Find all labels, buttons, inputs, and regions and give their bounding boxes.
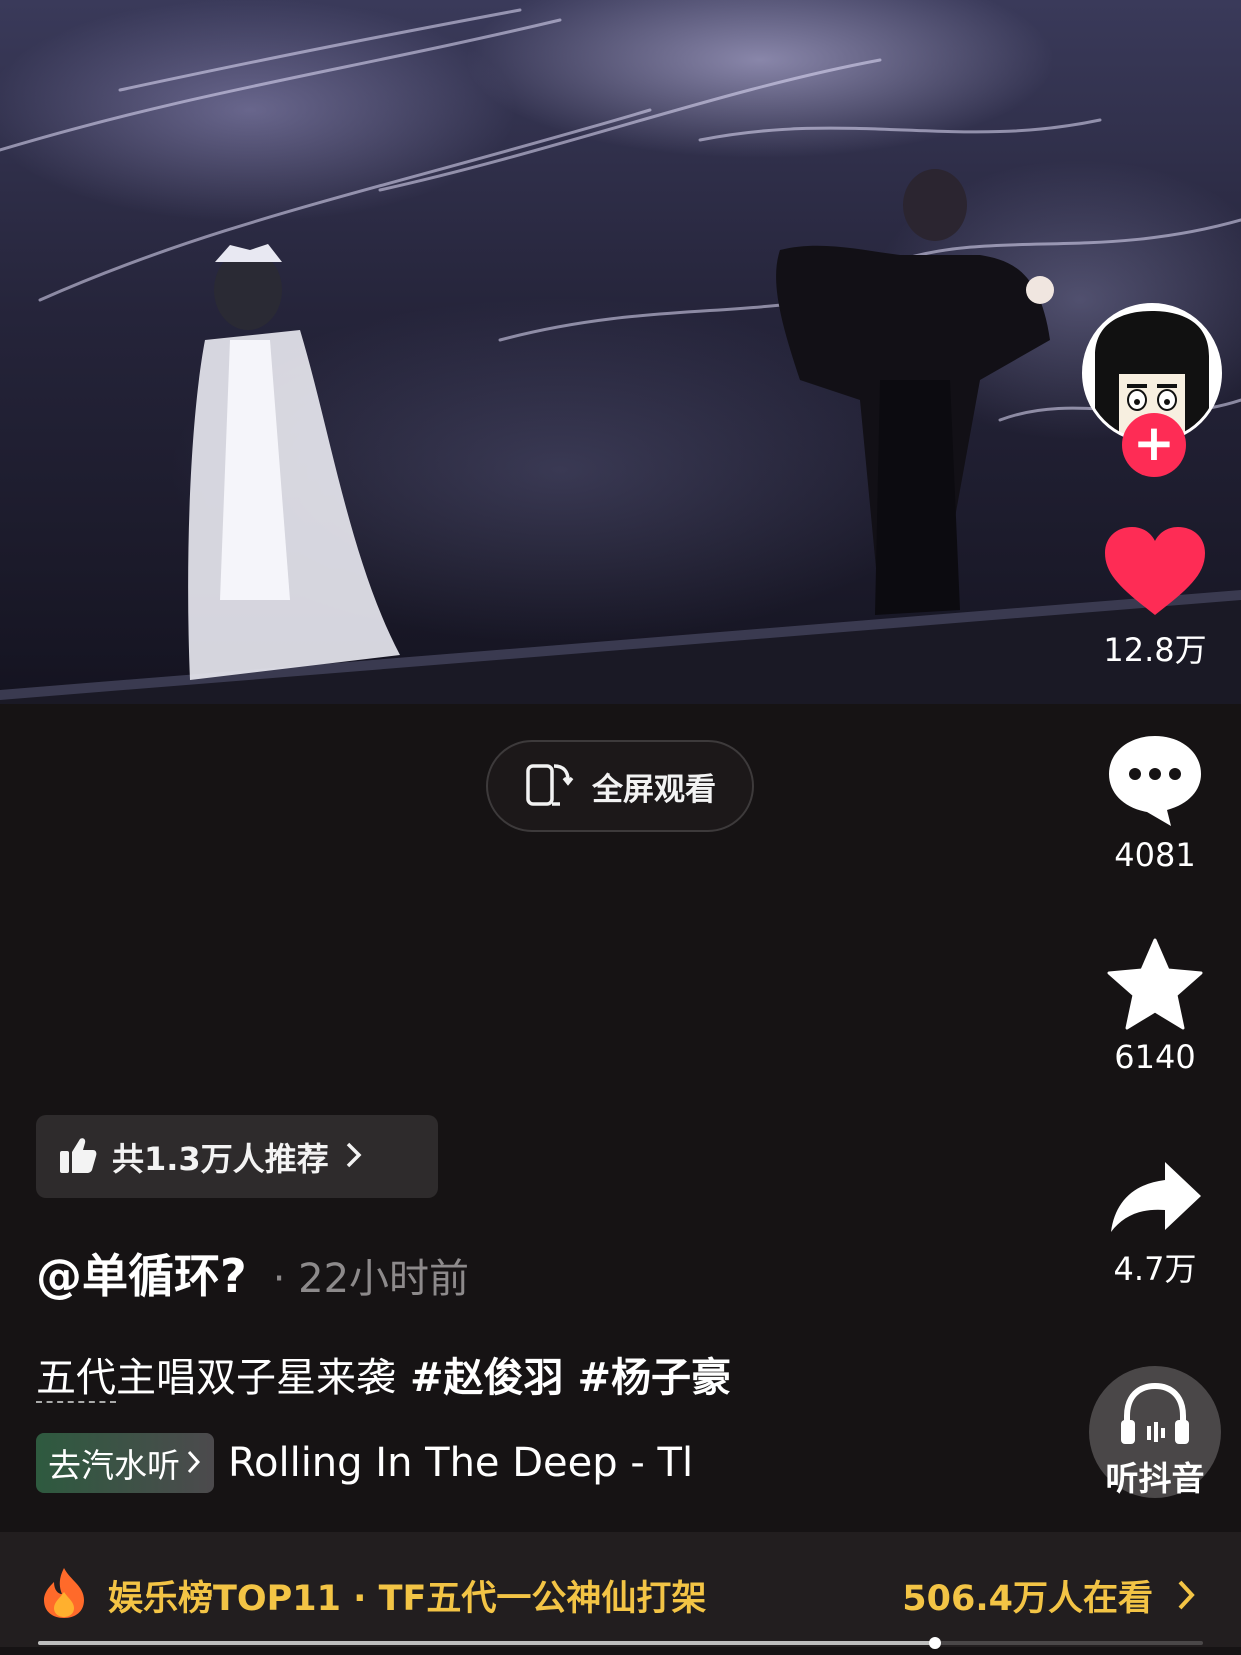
post-time: · 22小时前 [272,1256,470,1302]
music-title[interactable]: Rolling In The Deep - Tl [228,1440,738,1486]
stage-scene [0,8,1241,704]
music-badge-label: 去汽水听 [48,1446,180,1485]
fullscreen-label: 全屏观看 [592,771,716,808]
chevron-right-icon [186,1444,202,1483]
favorite-action[interactable]: 6140 [1070,938,1240,1076]
hot-list-title[interactable]: 娱乐榜TOP11 · TF五代一公神仙打架 [108,1570,706,1621]
favorite-count: 6140 [1114,1038,1196,1076]
comment-icon [1105,736,1205,832]
fire-icon [40,1566,88,1624]
listen-label[interactable]: 听抖音 [1070,1452,1240,1500]
author-name[interactable]: @单循环? [36,1240,247,1306]
like-action[interactable]: 12.8万 [1070,525,1240,671]
performer-black [776,169,1054,615]
thumbs-up-icon [58,1135,98,1179]
performer-white [188,244,400,680]
hashtag[interactable]: #杨子豪 [578,1355,732,1401]
watching-count: 506.4万人在看 [902,1579,1153,1619]
music-badge[interactable]: 去汽水听 [36,1433,214,1493]
caption-text: 主唱双子星来袭 [116,1355,396,1401]
video-player[interactable] [0,0,1241,704]
caption-keyword[interactable]: 五代 [36,1355,116,1403]
recommend-label: 共1.3万人推荐 [112,1139,329,1178]
hashtag[interactable]: #赵俊羽 [410,1355,564,1401]
share-arrow-icon [1107,1162,1203,1240]
star-icon [1107,938,1203,1034]
author-line: @单循环? · 22小时前 [36,1240,469,1306]
heart-icon [1103,527,1207,621]
music-line: 去汽水听 Rolling In The Deep - Tl [36,1433,738,1493]
caption: 五代主唱双子星来袭 #赵俊羽 #杨子豪 [36,1345,731,1403]
chevron-right-icon[interactable] [1175,1578,1197,1616]
like-count: 12.8万 [1103,631,1207,669]
comment-count: 4081 [1114,836,1196,874]
rotate-phone-icon [524,760,574,812]
recommend-bar[interactable]: 共1.3万人推荐 [36,1115,438,1198]
progress-fill [38,1641,936,1645]
follow-plus-icon[interactable]: + [1122,413,1186,477]
video-progress-bar[interactable] [38,1637,1203,1649]
author-avatar-group[interactable]: + [1082,303,1228,477]
share-action[interactable]: 4.7万 [1070,1160,1240,1290]
comment-action[interactable]: 4081 [1070,732,1240,874]
progress-knob[interactable] [929,1637,942,1649]
share-count: 4.7万 [1113,1250,1197,1288]
chevron-right-icon [343,1140,365,1174]
fullscreen-button[interactable]: 全屏观看 [486,740,754,832]
